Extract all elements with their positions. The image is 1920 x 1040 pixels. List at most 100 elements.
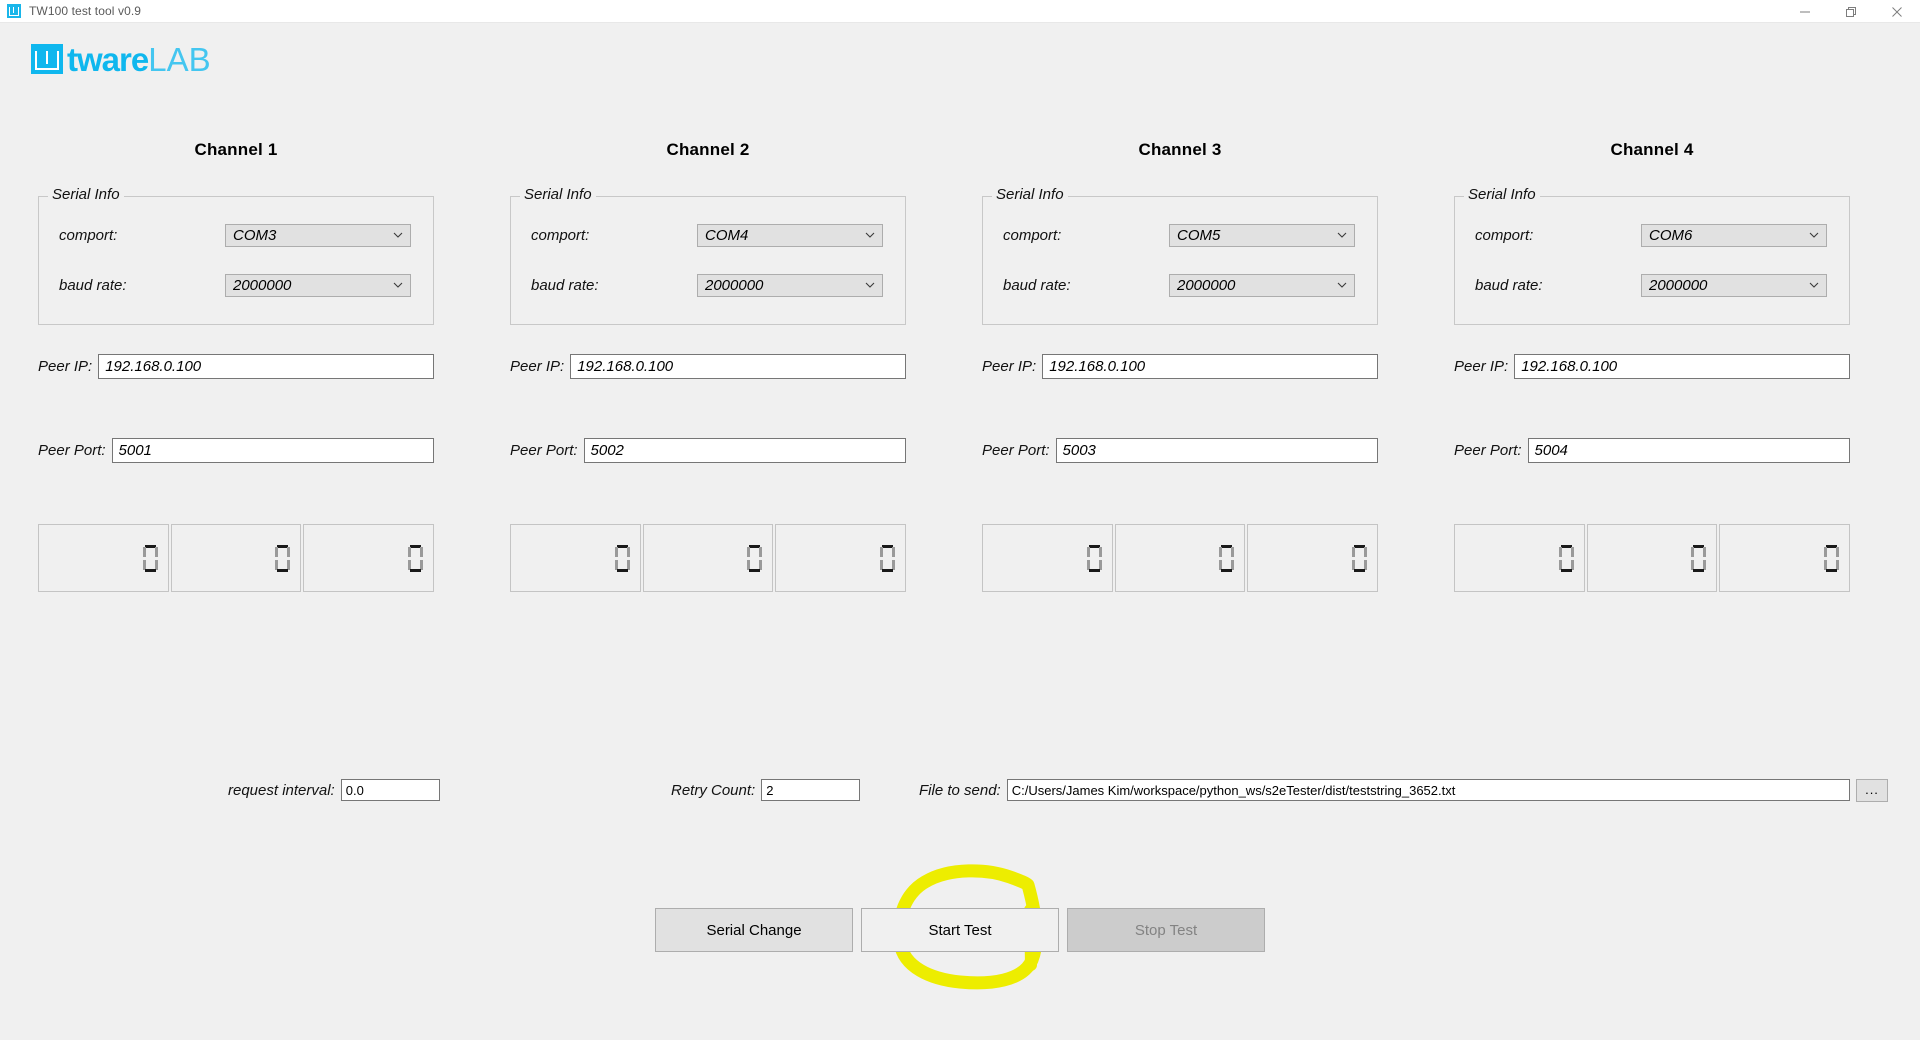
peer-port-label: Peer Port: <box>38 442 106 459</box>
peer-ip-input[interactable]: 192.168.0.100 <box>1042 354 1378 379</box>
serial-info-group: Serial Info comport: COM6 baud rate: 200… <box>1454 186 1850 325</box>
counter-display <box>1719 524 1851 592</box>
channel-title: Channel 4 <box>1610 140 1694 159</box>
request-interval-input[interactable]: 0.0 <box>340 779 440 801</box>
baudrate-value: 2000000 <box>1649 276 1708 294</box>
minimize-icon[interactable] <box>1782 0 1828 23</box>
channel-title: Channel 1 <box>194 140 278 159</box>
baudrate-label: baud rate: <box>59 276 127 294</box>
file-to-send-label: File to send: <box>919 781 1001 799</box>
chevron-down-icon <box>1336 281 1348 289</box>
peer-ip-label: Peer IP: <box>38 358 93 375</box>
comport-value: COM3 <box>233 226 277 244</box>
close-icon[interactable] <box>1874 0 1920 23</box>
peer-port-label: Peer Port: <box>1454 442 1522 459</box>
serial-info-legend: Serial Info <box>520 186 596 203</box>
baudrate-select[interactable]: 2000000 <box>1641 273 1827 297</box>
peer-port-input[interactable]: 5004 <box>1527 438 1850 463</box>
seven-segment-digit <box>142 544 158 572</box>
comport-label: comport: <box>1003 226 1062 244</box>
channel-panel-3: Channel 3 Serial Info comport: COM5 baud… <box>944 140 1416 592</box>
peer-port-input[interactable]: 5003 <box>1055 438 1378 463</box>
browse-file-button[interactable]: ... <box>1856 778 1888 802</box>
serial-info-legend: Serial Info <box>1464 186 1540 203</box>
peer-ip-input[interactable]: 192.168.0.100 <box>570 354 906 379</box>
counter-display <box>170 524 302 592</box>
peer-ip-input[interactable]: 192.168.0.100 <box>1514 354 1850 379</box>
maximize-icon[interactable] <box>1828 0 1874 23</box>
baudrate-row: baud rate: 2000000 <box>1455 273 1849 297</box>
baudrate-label: baud rate: <box>531 276 599 294</box>
seven-segment-digit <box>614 544 630 572</box>
brand-logo: tware LAB <box>31 41 211 77</box>
window-title: TW100 test tool v0.9 <box>29 4 142 18</box>
seven-segment-digit <box>880 544 896 572</box>
serial-info-group: Serial Info comport: COM4 baud rate: 200… <box>510 186 906 325</box>
baudrate-select[interactable]: 2000000 <box>697 273 883 297</box>
serial-info-group: Serial Info comport: COM3 baud rate: 200… <box>38 186 434 325</box>
peer-port-label: Peer Port: <box>510 442 578 459</box>
global-settings-row: request interval: 0.0 Retry Count: 2 Fil… <box>0 778 1920 802</box>
peer-ip-row: Peer IP: 192.168.0.100 <box>1454 354 1850 379</box>
peer-port-input[interactable]: 5002 <box>583 438 906 463</box>
request-interval-label: request interval: <box>228 781 335 799</box>
comport-select[interactable]: COM6 <box>1641 223 1827 247</box>
comport-label: comport: <box>1475 226 1534 244</box>
baudrate-row: baud rate: 2000000 <box>511 273 905 297</box>
channel-title: Channel 3 <box>1138 140 1222 159</box>
seven-segment-digit <box>747 544 763 572</box>
brand-name-light: LAB <box>148 40 211 78</box>
comport-row: comport: COM4 <box>511 223 905 247</box>
comport-select[interactable]: COM4 <box>697 223 883 247</box>
baudrate-select[interactable]: 2000000 <box>1169 273 1355 297</box>
channels-container: Channel 1 Serial Info comport: COM3 baud… <box>0 140 1920 592</box>
seven-segment-digit <box>1219 544 1235 572</box>
counter-display <box>642 524 774 592</box>
seven-segment-digit <box>1558 544 1574 572</box>
file-to-send-input[interactable]: C:/Users/James Kim/workspace/python_ws/s… <box>1006 779 1850 801</box>
channel-title: Channel 2 <box>666 140 750 159</box>
channel-panel-4: Channel 4 Serial Info comport: COM6 baud… <box>1416 140 1888 592</box>
retry-count-input[interactable]: 2 <box>761 779 861 801</box>
baudrate-select[interactable]: 2000000 <box>225 273 411 297</box>
comport-select[interactable]: COM5 <box>1169 223 1355 247</box>
request-interval-group: request interval: 0.0 <box>228 779 440 801</box>
counter-display-row <box>510 524 907 592</box>
peer-ip-input[interactable]: 192.168.0.100 <box>98 354 434 379</box>
serial-info-legend: Serial Info <box>48 186 124 203</box>
serial-info-group: Serial Info comport: COM5 baud rate: 200… <box>982 186 1378 325</box>
counter-display <box>982 524 1113 592</box>
peer-port-input[interactable]: 5001 <box>111 438 434 463</box>
peer-port-label: Peer Port: <box>982 442 1050 459</box>
baudrate-value: 2000000 <box>1177 276 1236 294</box>
peer-ip-label: Peer IP: <box>1454 358 1509 375</box>
chevron-down-icon <box>1808 281 1820 289</box>
serial-change-button[interactable]: Serial Change <box>655 908 853 952</box>
comport-value: COM5 <box>1177 226 1221 244</box>
counter-display <box>38 524 169 592</box>
counter-display-row <box>982 524 1379 592</box>
baudrate-value: 2000000 <box>705 276 764 294</box>
counter-display-row <box>38 524 435 592</box>
baudrate-row: baud rate: 2000000 <box>39 273 433 297</box>
comport-row: comport: COM3 <box>39 223 433 247</box>
counter-display <box>303 524 435 592</box>
comport-label: comport: <box>531 226 590 244</box>
window-controls <box>1782 0 1920 23</box>
seven-segment-digit <box>408 544 424 572</box>
start-test-button[interactable]: Start Test <box>861 908 1059 952</box>
counter-display <box>1586 524 1718 592</box>
action-button-row: Serial Change Start Test Stop Test <box>0 908 1920 952</box>
comport-value: COM4 <box>705 226 749 244</box>
peer-ip-label: Peer IP: <box>510 358 565 375</box>
peer-port-row: Peer Port: 5002 <box>510 438 906 463</box>
peer-ip-label: Peer IP: <box>982 358 1037 375</box>
comport-select[interactable]: COM3 <box>225 223 411 247</box>
